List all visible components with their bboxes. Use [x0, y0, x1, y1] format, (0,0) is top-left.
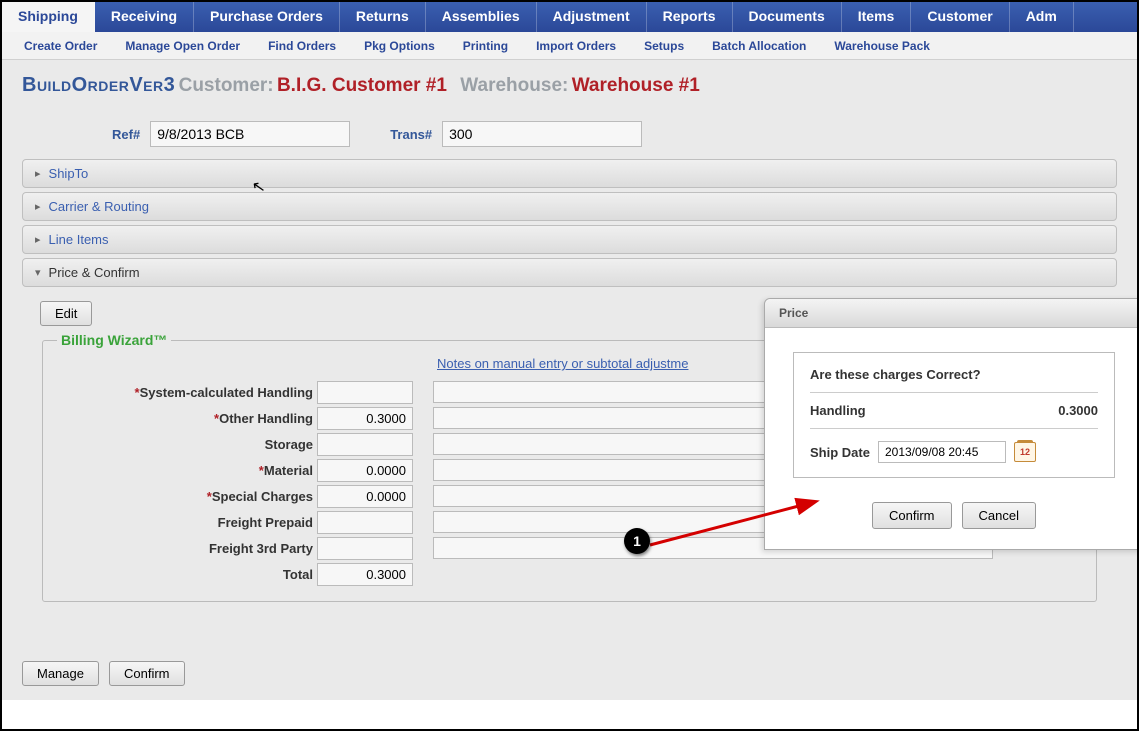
- subnav-import-orders[interactable]: Import Orders: [522, 34, 630, 58]
- accordion-price-confirm-label: Price & Confirm: [49, 265, 140, 280]
- warehouse-value: Warehouse #1: [572, 75, 700, 96]
- edit-button[interactable]: Edit: [40, 301, 92, 326]
- subnav-warehouse-pack[interactable]: Warehouse Pack: [820, 34, 944, 58]
- nav-admin[interactable]: Adm: [1010, 2, 1074, 32]
- nav-returns[interactable]: Returns: [340, 2, 426, 32]
- accordion-carrier[interactable]: ▸ Carrier & Routing: [22, 192, 1117, 221]
- subnav-find-orders[interactable]: Find Orders: [254, 34, 350, 58]
- billing-row-label: *Other Handling: [57, 411, 317, 426]
- accordion-price-confirm[interactable]: ▾ Price & Confirm: [22, 258, 1117, 287]
- billing-value-input[interactable]: [317, 485, 413, 508]
- billing-value-input[interactable]: [317, 537, 413, 560]
- calendar-icon[interactable]: [1014, 442, 1036, 462]
- ship-date-row: Ship Date: [810, 441, 1098, 463]
- charge-row: Handling 0.3000: [810, 403, 1098, 429]
- page-title: BuildOrderVer3: [22, 74, 175, 96]
- nav-shipping[interactable]: Shipping: [2, 2, 95, 32]
- warehouse-label: Warehouse:: [460, 75, 568, 96]
- billing-row-label: Total: [57, 567, 317, 582]
- page-header: BuildOrderVer3 Customer: B.I.G. Customer…: [22, 74, 1117, 97]
- ship-date-input[interactable]: [878, 441, 1006, 463]
- chevron-right-icon: ▸: [35, 167, 41, 180]
- chevron-right-icon: ▸: [35, 233, 41, 246]
- ship-date-label: Ship Date: [810, 445, 870, 460]
- billing-row: Total: [57, 561, 1082, 587]
- nav-receiving[interactable]: Receiving: [95, 2, 194, 32]
- top-nav: Shipping Receiving Purchase Orders Retur…: [2, 2, 1137, 32]
- subnav-pkg-options[interactable]: Pkg Options: [350, 34, 449, 58]
- billing-wizard-title: Billing Wizard™: [57, 332, 171, 348]
- trans-input[interactable]: [442, 121, 642, 147]
- accordion-shipto-label: ShipTo: [49, 166, 89, 181]
- nav-purchase-orders[interactable]: Purchase Orders: [194, 2, 340, 32]
- charge-value: 0.3000: [1058, 403, 1098, 418]
- billing-value-input[interactable]: [317, 563, 413, 586]
- chevron-down-icon: ▾: [35, 266, 41, 279]
- customer-label: Customer:: [179, 75, 274, 96]
- charge-label: Handling: [810, 403, 866, 418]
- price-popup-title: Price: [765, 299, 1139, 328]
- price-popup: Price Are these charges Correct? Handlin…: [764, 298, 1139, 550]
- billing-row-label: *System-calculated Handling: [57, 385, 317, 400]
- trans-label: Trans#: [390, 127, 432, 142]
- ref-label: Ref#: [112, 127, 140, 142]
- subnav-batch-allocation[interactable]: Batch Allocation: [698, 34, 820, 58]
- accordion-lineitems[interactable]: ▸ Line Items: [22, 225, 1117, 254]
- notes-link[interactable]: Notes on manual entry or subtotal adjust…: [437, 356, 688, 371]
- accordion-shipto[interactable]: ▸ ShipTo: [22, 159, 1117, 188]
- subnav-manage-open-order[interactable]: Manage Open Order: [111, 34, 254, 58]
- billing-row-label: *Special Charges: [57, 489, 317, 504]
- popup-cancel-button[interactable]: Cancel: [962, 502, 1036, 529]
- charges-box: Are these charges Correct? Handling 0.30…: [793, 352, 1115, 478]
- chevron-right-icon: ▸: [35, 200, 41, 213]
- charges-question: Are these charges Correct?: [810, 367, 1098, 393]
- popup-confirm-button[interactable]: Confirm: [872, 502, 952, 529]
- nav-items[interactable]: Items: [842, 2, 912, 32]
- nav-assemblies[interactable]: Assemblies: [426, 2, 537, 32]
- page-body: BuildOrderVer3 Customer: B.I.G. Customer…: [2, 60, 1137, 700]
- confirm-page-button[interactable]: Confirm: [109, 661, 185, 686]
- subnav-printing[interactable]: Printing: [449, 34, 522, 58]
- customer-value: B.I.G. Customer #1: [277, 75, 447, 96]
- bottom-action-bar: Manage Confirm: [22, 661, 185, 686]
- subnav-create-order[interactable]: Create Order: [10, 34, 111, 58]
- nav-documents[interactable]: Documents: [733, 2, 842, 32]
- ref-row: Ref# Trans#: [112, 121, 1117, 147]
- billing-value-input[interactable]: [317, 433, 413, 456]
- sub-nav: Create Order Manage Open Order Find Orde…: [2, 32, 1137, 60]
- billing-row-label: Storage: [57, 437, 317, 452]
- nav-reports[interactable]: Reports: [647, 2, 733, 32]
- billing-row-label: *Material: [57, 463, 317, 478]
- accordion-carrier-label: Carrier & Routing: [49, 199, 149, 214]
- billing-value-input[interactable]: [317, 407, 413, 430]
- accordion-lineitems-label: Line Items: [49, 232, 109, 247]
- subnav-setups[interactable]: Setups: [630, 34, 698, 58]
- billing-value-input[interactable]: [317, 511, 413, 534]
- billing-value-input[interactable]: [317, 381, 413, 404]
- billing-row-label: Freight Prepaid: [57, 515, 317, 530]
- manage-button[interactable]: Manage: [22, 661, 99, 686]
- nav-adjustment[interactable]: Adjustment: [537, 2, 647, 32]
- ref-input[interactable]: [150, 121, 350, 147]
- nav-customer[interactable]: Customer: [911, 2, 1009, 32]
- billing-value-input[interactable]: [317, 459, 413, 482]
- billing-row-label: Freight 3rd Party: [57, 541, 317, 556]
